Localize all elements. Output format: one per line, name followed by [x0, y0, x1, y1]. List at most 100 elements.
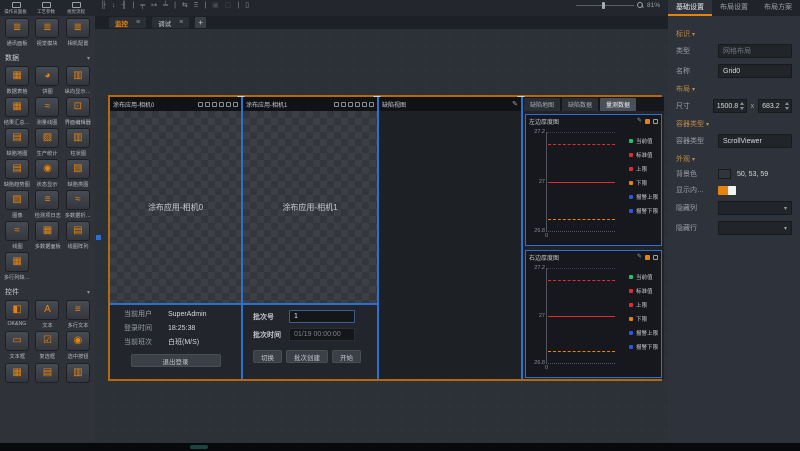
- color-swatch[interactable]: [718, 169, 731, 179]
- toolbox-tile[interactable]: ▥ 柱状图: [64, 128, 92, 157]
- toolbox-tile[interactable]: ▨ 图像: [3, 190, 31, 219]
- toolbox-tile[interactable]: ▤ 缺陷趋势图: [3, 159, 31, 188]
- separator[interactable]: |: [204, 1, 206, 11]
- delete-icon[interactable]: [369, 102, 374, 107]
- toolbox-tile[interactable]: ▤ 线图阵列: [64, 221, 92, 250]
- batch-field-input[interactable]: 1: [289, 310, 355, 323]
- toolbox-tile[interactable]: ▥ 纵向显示…: [64, 66, 92, 95]
- toolbox-tile[interactable]: ◧ OK&NG: [3, 300, 31, 329]
- fit-icon[interactable]: [341, 102, 346, 107]
- edit-icon[interactable]: ✎: [512, 100, 518, 108]
- batch-field-input[interactable]: 01/19 00:00:00: [289, 328, 355, 341]
- align-right-icon[interactable]: ╢: [121, 1, 126, 11]
- quick-button[interactable]: 工艺参数: [33, 1, 59, 15]
- ungroup-icon[interactable]: ▢: [225, 1, 232, 11]
- add-tab-button[interactable]: +: [195, 17, 206, 28]
- inspector-tab[interactable]: 基础设置: [668, 0, 712, 16]
- camera-icon[interactable]: [212, 102, 217, 107]
- toolbox-tile[interactable]: ≣ 通讯面板: [3, 18, 31, 47]
- measure-icon[interactable]: [362, 102, 367, 107]
- data-tab[interactable]: 量测数据: [600, 98, 636, 111]
- tab-menu-icon[interactable]: ≡: [179, 19, 183, 26]
- data-tab[interactable]: 缺陷地图: [524, 98, 560, 111]
- measure-icon[interactable]: [226, 102, 231, 107]
- design-canvas[interactable]: 涂布应用-相机0 涂布应用-相机0 当前用户 SuperAdmin: [95, 29, 668, 443]
- refresh-icon[interactable]: [645, 255, 650, 260]
- toolbox-tile[interactable]: ≈ 测量线图: [33, 97, 61, 126]
- toolbox-tile[interactable]: ◉ 状态显示: [33, 159, 61, 188]
- toolbox-tile[interactable]: ▦ 数据表格: [3, 66, 31, 95]
- container-type-field[interactable]: ScrollViewer: [718, 134, 792, 148]
- logout-button[interactable]: 退出登录: [131, 354, 221, 367]
- toolbox-tile[interactable]: ◕ 饼图: [33, 66, 61, 95]
- toolbox-tile[interactable]: ▦ 多数据面板: [33, 221, 61, 250]
- section-identity[interactable]: 标识 ▾: [676, 29, 792, 39]
- lock-icon[interactable]: [219, 102, 224, 107]
- delete-icon[interactable]: [233, 102, 238, 107]
- data-tab[interactable]: 缺陷数据: [562, 98, 598, 111]
- toolbox-tile[interactable]: ≡ 多行文本: [64, 300, 92, 329]
- toolbox-tile[interactable]: ≡ 检测项日志: [33, 190, 61, 219]
- toolbox-tile[interactable]: ▤: [33, 363, 61, 383]
- group-icon[interactable]: ▣: [212, 1, 219, 11]
- fullscreen-icon[interactable]: [198, 102, 203, 107]
- batch-action-button[interactable]: 批次创建: [286, 350, 328, 363]
- quick-button[interactable]: 视觉流程: [63, 1, 89, 15]
- stepper-arrows[interactable]: [740, 102, 744, 110]
- edit-icon[interactable]: ✎: [637, 254, 642, 260]
- taskbar-item[interactable]: [190, 445, 208, 449]
- refresh-icon[interactable]: [645, 119, 650, 124]
- document-tab[interactable]: 监控 ≡: [109, 17, 146, 28]
- inspector-tab[interactable]: 布局设置: [712, 0, 756, 16]
- align-top-icon[interactable]: ╤: [140, 1, 145, 11]
- align-left-icon[interactable]: ╟: [101, 1, 106, 11]
- section-appearance[interactable]: 外观 ▾: [676, 154, 792, 164]
- toolbox-tile[interactable]: ▦: [3, 363, 31, 383]
- separator[interactable]: |: [174, 1, 176, 11]
- toolbox-tile[interactable]: ▤ 缺陷地图: [3, 128, 31, 157]
- distribute-down-icon[interactable]: ↓: [112, 1, 116, 11]
- quick-button[interactable]: 操作员面板: [3, 1, 29, 15]
- lock-icon[interactable]: [355, 102, 360, 107]
- row-splitter[interactable]: [110, 303, 377, 305]
- section-header-controls[interactable]: 控件 ▾: [3, 284, 92, 300]
- height-stepper[interactable]: 683.2: [758, 99, 792, 113]
- canvas-handle[interactable]: [96, 235, 101, 240]
- toolbox-tile[interactable]: ≈ 线图: [3, 221, 31, 250]
- document-tab[interactable]: 调试 ≡: [152, 17, 189, 28]
- width-stepper[interactable]: 1500.8: [713, 99, 747, 113]
- fullscreen-icon[interactable]: [334, 102, 339, 107]
- tab-menu-icon[interactable]: ≡: [136, 19, 140, 26]
- toolbox-tile[interactable]: ▦ 多行列缺…: [3, 252, 31, 281]
- toolbox-tile[interactable]: ≣ 视觉模块: [33, 18, 61, 47]
- toolbox-tile[interactable]: ▨ 生产统计: [33, 128, 61, 157]
- chart-left-thickness[interactable]: 左边厚度图 ✎ 27.2 27 26.8 0: [525, 114, 662, 246]
- edit-icon[interactable]: ✎: [637, 118, 642, 124]
- move-right-icon[interactable]: ↦: [151, 1, 157, 11]
- separator[interactable]: |: [237, 1, 239, 11]
- toolbox-tile[interactable]: ▭ 文本框: [3, 331, 31, 360]
- distribute-vertical-icon[interactable]: Ξ: [194, 1, 199, 11]
- section-layout[interactable]: 布局 ▾: [676, 84, 792, 94]
- zoom-slider[interactable]: [576, 1, 634, 10]
- align-bottom-icon[interactable]: ╧: [163, 1, 168, 11]
- fit-icon[interactable]: [205, 102, 210, 107]
- toolbox-tile[interactable]: ▦ 结果汇总…: [3, 97, 31, 126]
- swap-icon[interactable]: ⇆: [182, 1, 188, 11]
- batch-action-button[interactable]: 切换: [253, 350, 282, 363]
- section-header-data[interactable]: 数据 ▾: [3, 50, 92, 66]
- name-field[interactable]: Grid0: [718, 64, 792, 78]
- inspector-tab[interactable]: 布局方案: [756, 0, 800, 16]
- chart-right-thickness[interactable]: 右边厚度图 ✎ 27.2 27 26.8 0: [525, 250, 662, 378]
- stepper-arrows[interactable]: [785, 102, 789, 110]
- toolbox-tile[interactable]: A 文本: [33, 300, 61, 329]
- batch-action-button[interactable]: 开始: [332, 350, 361, 363]
- toolbox-tile[interactable]: ≣ 相机配置: [64, 18, 92, 47]
- toolbox-tile[interactable]: ▧ 缺陷类图: [64, 159, 92, 188]
- toolbox-tile[interactable]: ☑ 复选框: [33, 331, 61, 360]
- delete-icon[interactable]: [653, 119, 658, 124]
- toolbox-tile[interactable]: ⊡ 界面编辑器: [64, 97, 92, 126]
- delete-icon[interactable]: ▯: [245, 1, 249, 11]
- toolbox-tile[interactable]: ▥: [64, 363, 92, 383]
- toolbox-tile[interactable]: ◉ 选中按钮: [64, 331, 92, 360]
